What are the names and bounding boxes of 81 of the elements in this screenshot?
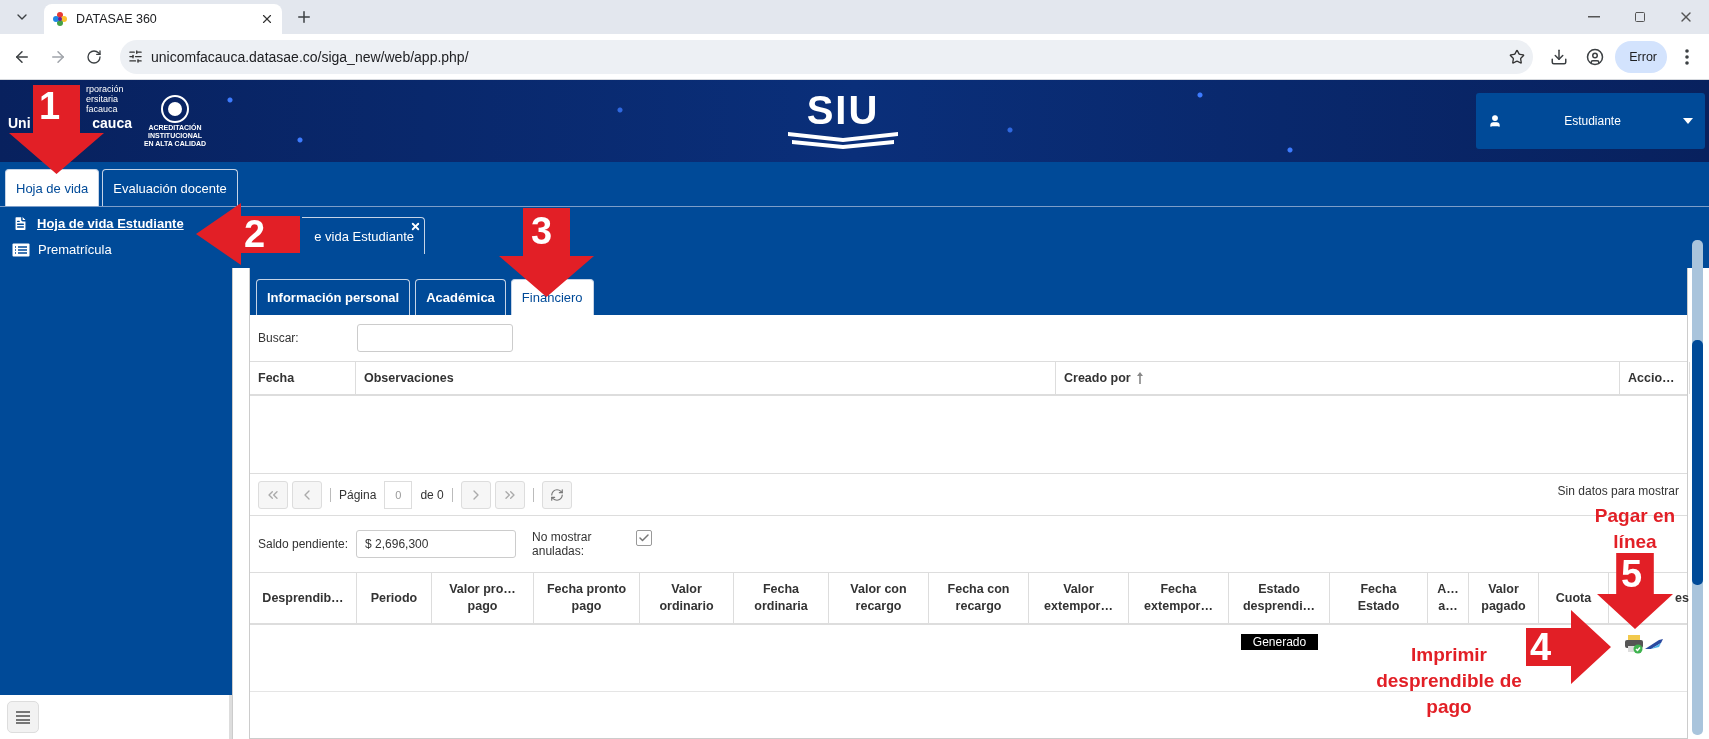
- printer-icon[interactable]: [1624, 634, 1644, 654]
- user-menu-button[interactable]: Estudiante: [1476, 93, 1705, 149]
- document-icon: [12, 215, 29, 232]
- profile-error-button[interactable]: Error: [1615, 40, 1667, 73]
- callout-caption: Imprimir desprendible de pago: [1376, 643, 1522, 719]
- section-tab[interactable]: Académica: [415, 279, 506, 315]
- search-field[interactable]: [356, 324, 513, 352]
- caret-icon: [1683, 118, 1693, 124]
- hide-voided-checkbox[interactable]: [636, 530, 653, 546]
- minimize-icon: [1588, 16, 1600, 18]
- section-tab[interactable]: Información personal: [256, 279, 411, 315]
- column-header[interactable]: Observaciones: [356, 362, 1056, 394]
- column-header[interactable]: es: [1675, 591, 1689, 605]
- tab-title: DATASAE 360: [76, 12, 158, 26]
- seal-icon: [160, 94, 190, 124]
- close-icon[interactable]: [260, 12, 274, 26]
- close-icon: [410, 221, 421, 232]
- user-icon: [1488, 114, 1502, 128]
- scrollbar[interactable]: [1692, 240, 1703, 735]
- column-header[interactable]: Fecha pronto pago: [534, 573, 640, 623]
- close-button[interactable]: [410, 221, 421, 232]
- column-header[interactable]: Fecha: [250, 362, 356, 394]
- check-icon: [638, 532, 651, 544]
- column-header[interactable]: Periodo: [357, 573, 432, 623]
- sidebar-item[interactable]: Hoja de vida Estudiante: [0, 213, 188, 234]
- column-header[interactable]: Valor pagado: [1469, 573, 1539, 623]
- reload-icon: [86, 48, 102, 65]
- column-header[interactable]: Valor pro… pago: [432, 573, 534, 623]
- plane-icon[interactable]: [1645, 638, 1663, 650]
- plus-icon: [295, 8, 313, 26]
- maximize-icon: [1634, 11, 1646, 23]
- balance-label: Saldo pendiente:: [258, 537, 349, 551]
- column-header[interactable]: Creado por: [1056, 362, 1620, 394]
- module-tab[interactable]: Hoja de vida: [5, 169, 100, 206]
- column-header[interactable]: Estado desprendi…: [1229, 573, 1330, 623]
- column-header[interactable]: Valor ordinario: [640, 573, 734, 623]
- hide-voided-label: No mostrar anuladas:: [532, 530, 593, 558]
- profile-icon: [1586, 47, 1605, 66]
- logo-brand: Uni: [8, 114, 31, 131]
- step-number: 5: [1621, 555, 1643, 593]
- browser-tab[interactable]: DATASAE 360: [44, 4, 282, 34]
- column-header[interactable]: Fecha extempor…: [1129, 573, 1229, 623]
- app-logo: SIU: [806, 90, 880, 130]
- address-bar[interactable]: unicomfacauca.datasae.co/siga_new/web/app.php/: [120, 39, 1534, 74]
- module-tab[interactable]: Evaluación docente: [102, 169, 238, 206]
- column-header[interactable]: A… a…: [1428, 573, 1469, 623]
- column-header[interactable]: Fecha Estado: [1330, 573, 1428, 623]
- step-number: 4: [1530, 628, 1552, 666]
- list-icon: [12, 242, 30, 257]
- step-number: 1: [39, 87, 61, 125]
- logo-text: facauca: [86, 103, 119, 114]
- step-number: 2: [244, 215, 266, 253]
- more-icon: [1685, 48, 1689, 65]
- refresh-button[interactable]: [541, 480, 572, 509]
- bookmark-icon[interactable]: [1509, 48, 1526, 65]
- pager-status: Sin datos para mostrar: [1557, 483, 1679, 498]
- balance-field[interactable]: $ 2,696,300: [356, 530, 517, 558]
- status-badge: Generado: [1240, 634, 1319, 650]
- url-text: unicomfacauca.datasae.co/siga_new/web/app.php/: [151, 48, 470, 65]
- page-label: Página: [339, 487, 377, 502]
- page-total: de 0: [420, 487, 444, 502]
- logo-text: rporación: [86, 83, 124, 94]
- callout-caption: Pagar en línea: [1593, 504, 1677, 554]
- column-header[interactable]: Fecha con recargo: [929, 573, 1029, 623]
- column-header[interactable]: Accio…: [1620, 362, 1690, 394]
- site-info-icon[interactable]: [128, 49, 143, 64]
- column-header[interactable]: Desprendib…: [250, 573, 357, 623]
- logo-text: ersitaria: [86, 93, 118, 104]
- refresh-icon: [549, 487, 564, 502]
- column-header[interactable]: Valor extempor…: [1029, 573, 1129, 623]
- search-label: Buscar:: [258, 331, 299, 345]
- sidebar-item[interactable]: Prematrícula: [0, 240, 116, 259]
- logo-brand: cauca: [92, 114, 132, 131]
- column-header[interactable]: Valor con recargo: [829, 573, 929, 623]
- column-header[interactable]: Fecha ordinaria: [734, 573, 829, 623]
- step-number: 3: [531, 212, 553, 250]
- download-icon: [1550, 47, 1569, 66]
- document-tab[interactable]: e vida Estudiante: [302, 217, 425, 254]
- flower-icon: [52, 11, 68, 27]
- menu-icon: [15, 710, 31, 724]
- menu-button[interactable]: [7, 701, 39, 733]
